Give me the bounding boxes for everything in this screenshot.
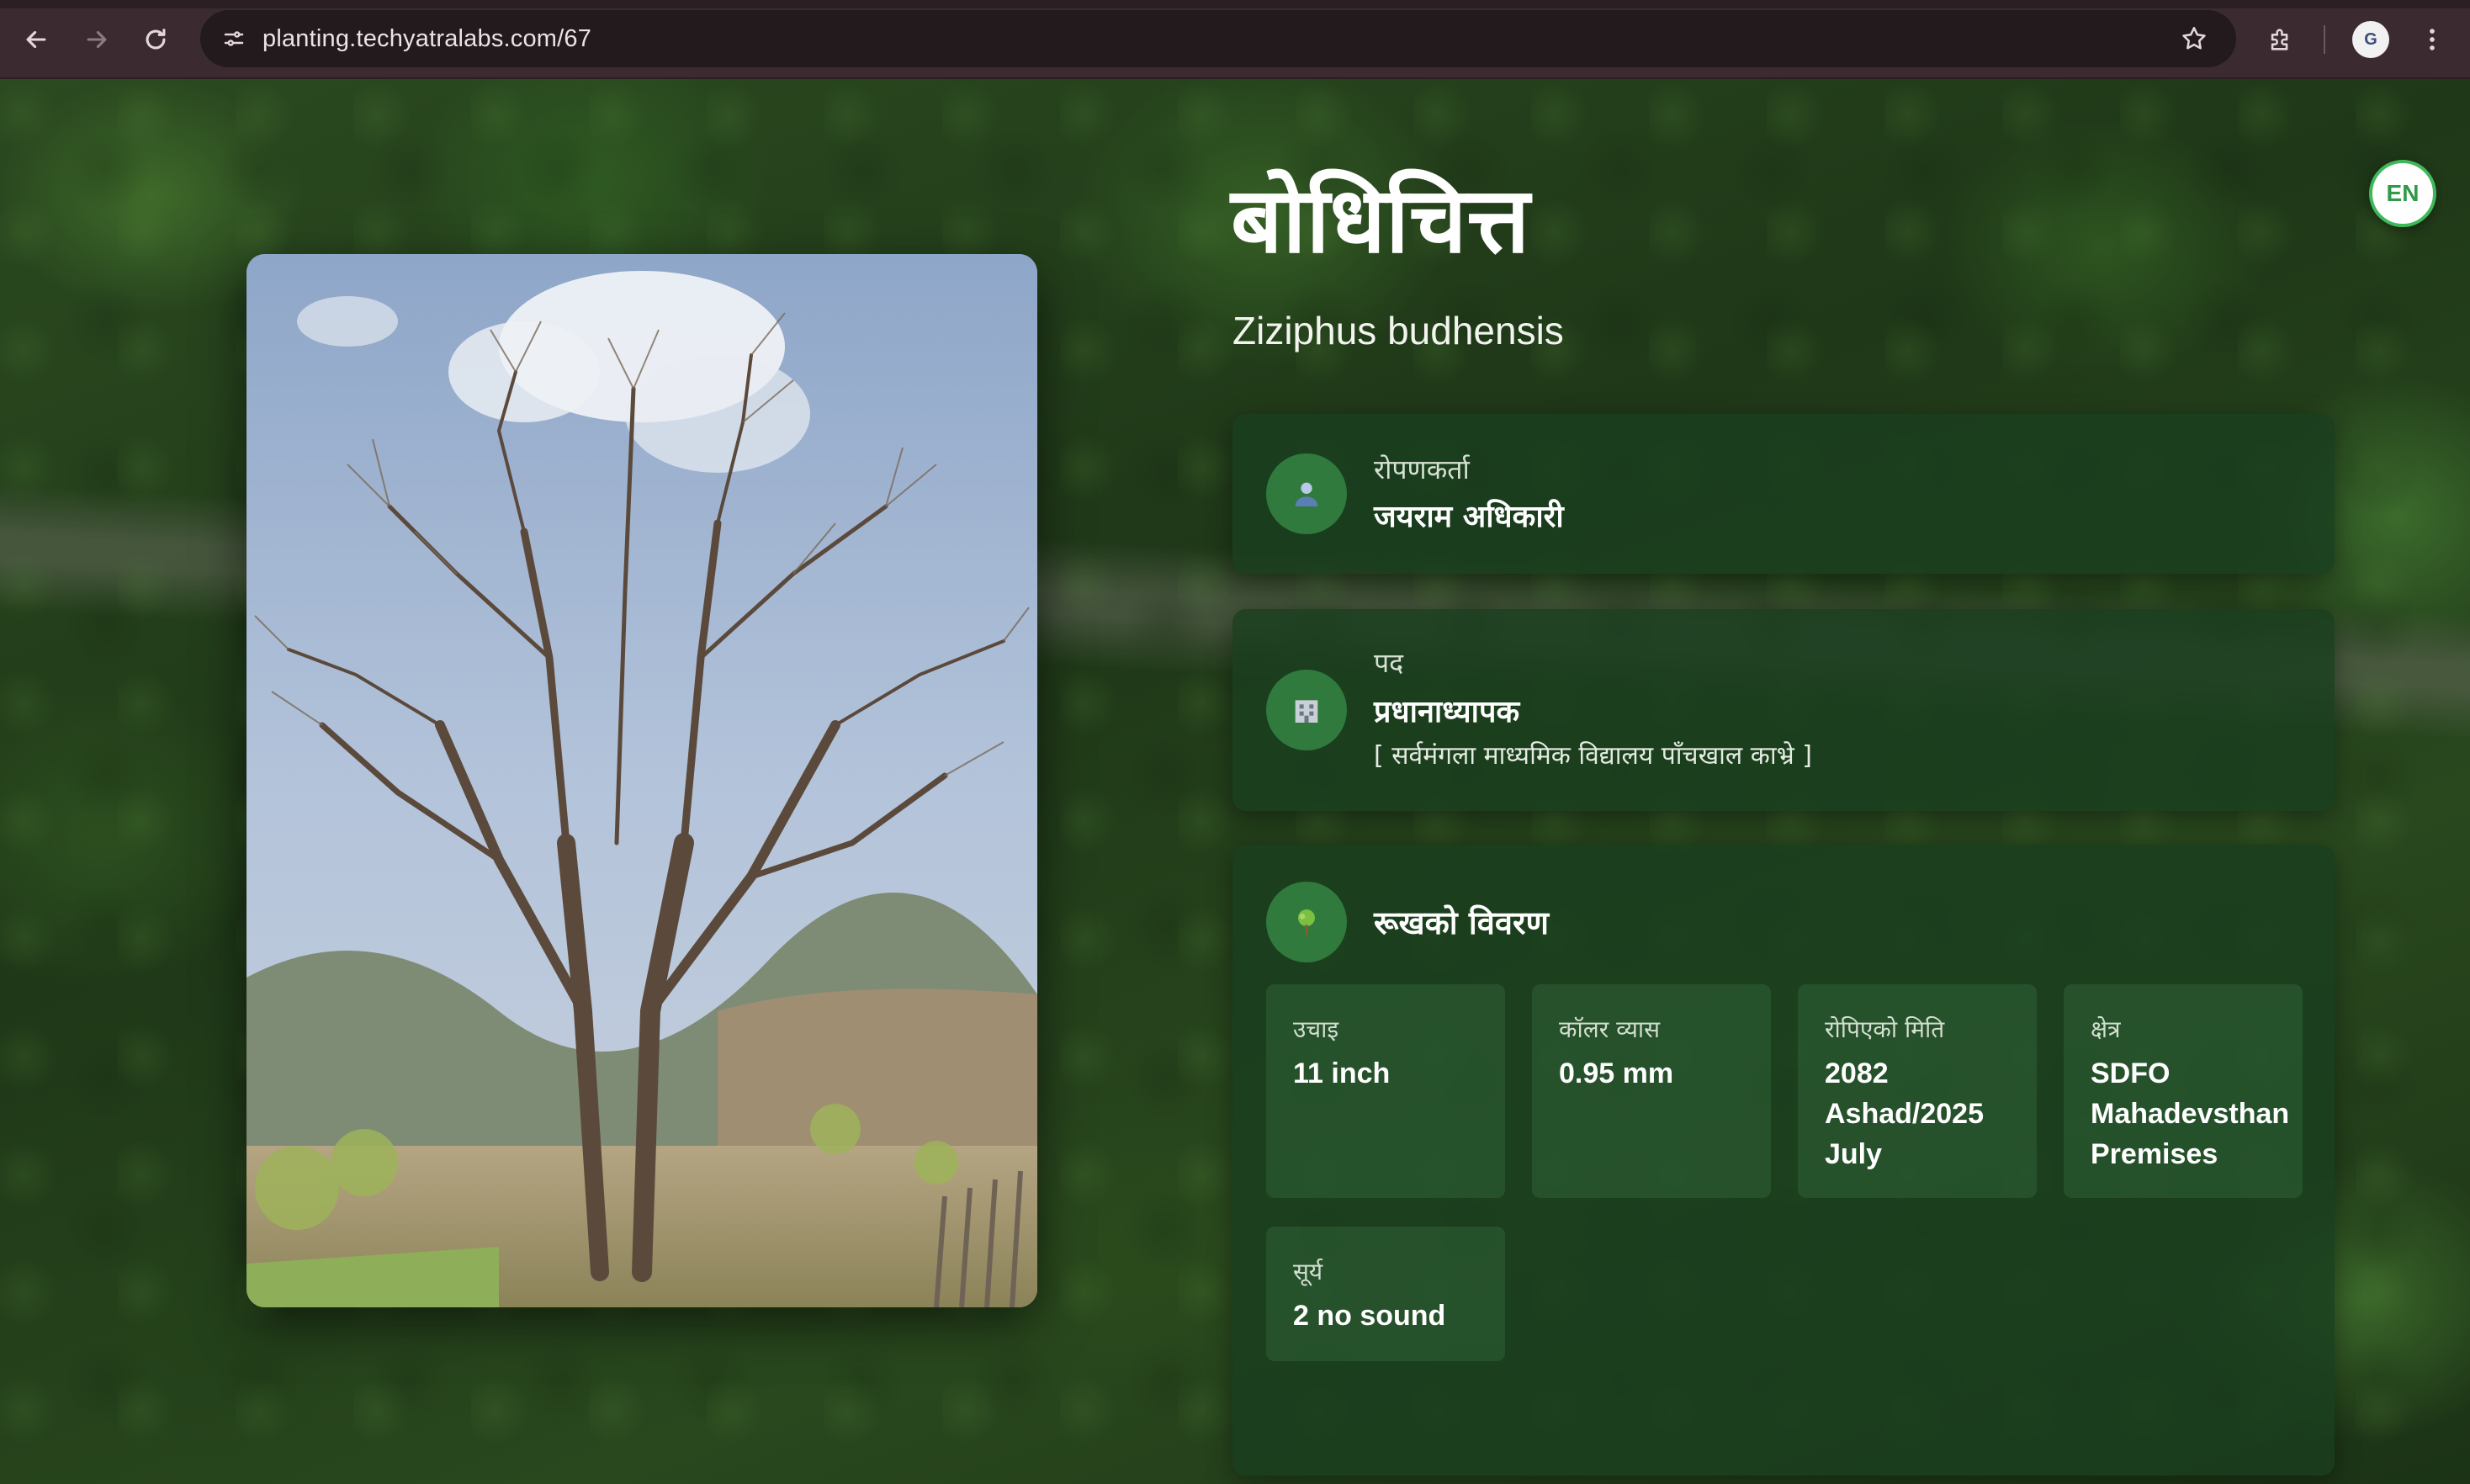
reload-button[interactable] bbox=[135, 19, 177, 61]
tree-photo bbox=[246, 254, 1037, 1307]
stat-sun-label: सूर्य bbox=[1293, 1258, 1323, 1285]
stat-height-value: 11 inch bbox=[1293, 1057, 1391, 1089]
kebab-menu-icon bbox=[2430, 29, 2435, 50]
stat-area: क्षेत्र SDFO Mahadevsthan Premises bbox=[2064, 984, 2303, 1198]
tab-strip bbox=[0, 0, 2470, 8]
toolbar-divider bbox=[2324, 25, 2325, 54]
tune-icon bbox=[224, 31, 244, 46]
planter-label: रोपणकर्ता bbox=[1374, 453, 1470, 485]
back-button[interactable] bbox=[15, 19, 57, 61]
extensions-button[interactable] bbox=[2260, 19, 2302, 61]
tree-icon bbox=[1266, 882, 1347, 962]
stat-sun-value: 2 no sound bbox=[1293, 1300, 1446, 1332]
browser-toolbar: planting.techyatralabs.com/67 G bbox=[0, 0, 2470, 79]
tree-scientific-name: Ziziphus budhensis bbox=[1232, 309, 1564, 352]
position-card: पद प्रधानाध्यापक [ सर्वमंगला माध्यमिक वि… bbox=[1232, 609, 2335, 811]
stat-area-label: क्षेत्र bbox=[2091, 1015, 2121, 1043]
bookmark-button[interactable] bbox=[2176, 20, 2213, 57]
building-icon bbox=[1266, 670, 1347, 750]
stat-height-label: उचाइ bbox=[1293, 1015, 1339, 1043]
planter-card: रोपणकर्ता जयराम अधिकारी bbox=[1232, 414, 2335, 574]
tree-details-heading: रूखको विवरण bbox=[1374, 904, 1549, 941]
site-info-button[interactable] bbox=[214, 19, 254, 59]
puzzle-icon bbox=[2271, 29, 2288, 50]
star-icon bbox=[2182, 26, 2206, 50]
profile-avatar[interactable]: G bbox=[2352, 21, 2389, 58]
stat-area-value: SDFO Mahadevsthan Premises bbox=[2091, 1057, 2290, 1170]
stat-collar-diameter-value: 0.95 mm bbox=[1559, 1057, 1674, 1089]
arrow-left-icon bbox=[26, 30, 46, 49]
language-toggle-button[interactable]: EN bbox=[2369, 160, 2436, 227]
position-label: पद bbox=[1374, 647, 1404, 679]
stat-collar-diameter-label: कॉलर व्यास bbox=[1559, 1015, 1661, 1043]
page-background: बोधिचित्त Ziziphus budhensis रोपणकर्ता ज… bbox=[0, 79, 2470, 1484]
person-icon bbox=[1266, 453, 1347, 534]
stat-planting-date-label: रोपिएको मिति bbox=[1825, 1015, 1945, 1043]
planter-name: जयराम अधिकारी bbox=[1374, 500, 1564, 534]
stat-sun: सूर्य 2 no sound bbox=[1266, 1227, 1505, 1361]
browser-menu-button[interactable] bbox=[2411, 19, 2453, 61]
position-title: प्रधानाध्यापक bbox=[1374, 695, 1520, 729]
reload-icon bbox=[146, 29, 166, 50]
tree-illustration bbox=[246, 254, 1037, 1307]
stat-planting-date: रोपिएको मिति 2082 Ashad/2025 July bbox=[1798, 984, 2037, 1198]
tree-details-card: रूखको विवरण उचाइ 11 inch कॉलर व्यास 0.95… bbox=[1232, 845, 2335, 1476]
forward-button[interactable] bbox=[76, 19, 118, 61]
address-bar[interactable]: planting.techyatralabs.com/67 bbox=[200, 10, 2236, 67]
position-organization: [ सर्वमंगला माध्यमिक विद्यालय पाँचखाल का… bbox=[1374, 741, 1812, 771]
url-text[interactable]: planting.techyatralabs.com/67 bbox=[262, 25, 591, 53]
arrow-right-icon bbox=[87, 30, 107, 49]
stat-height: उचाइ 11 inch bbox=[1266, 984, 1505, 1198]
stat-planting-date-value: 2082 Ashad/2025 July bbox=[1825, 1057, 1984, 1170]
tree-common-name: बोधिचित्त bbox=[1231, 168, 1530, 273]
stat-collar-diameter: कॉलर व्यास 0.95 mm bbox=[1532, 984, 1771, 1198]
